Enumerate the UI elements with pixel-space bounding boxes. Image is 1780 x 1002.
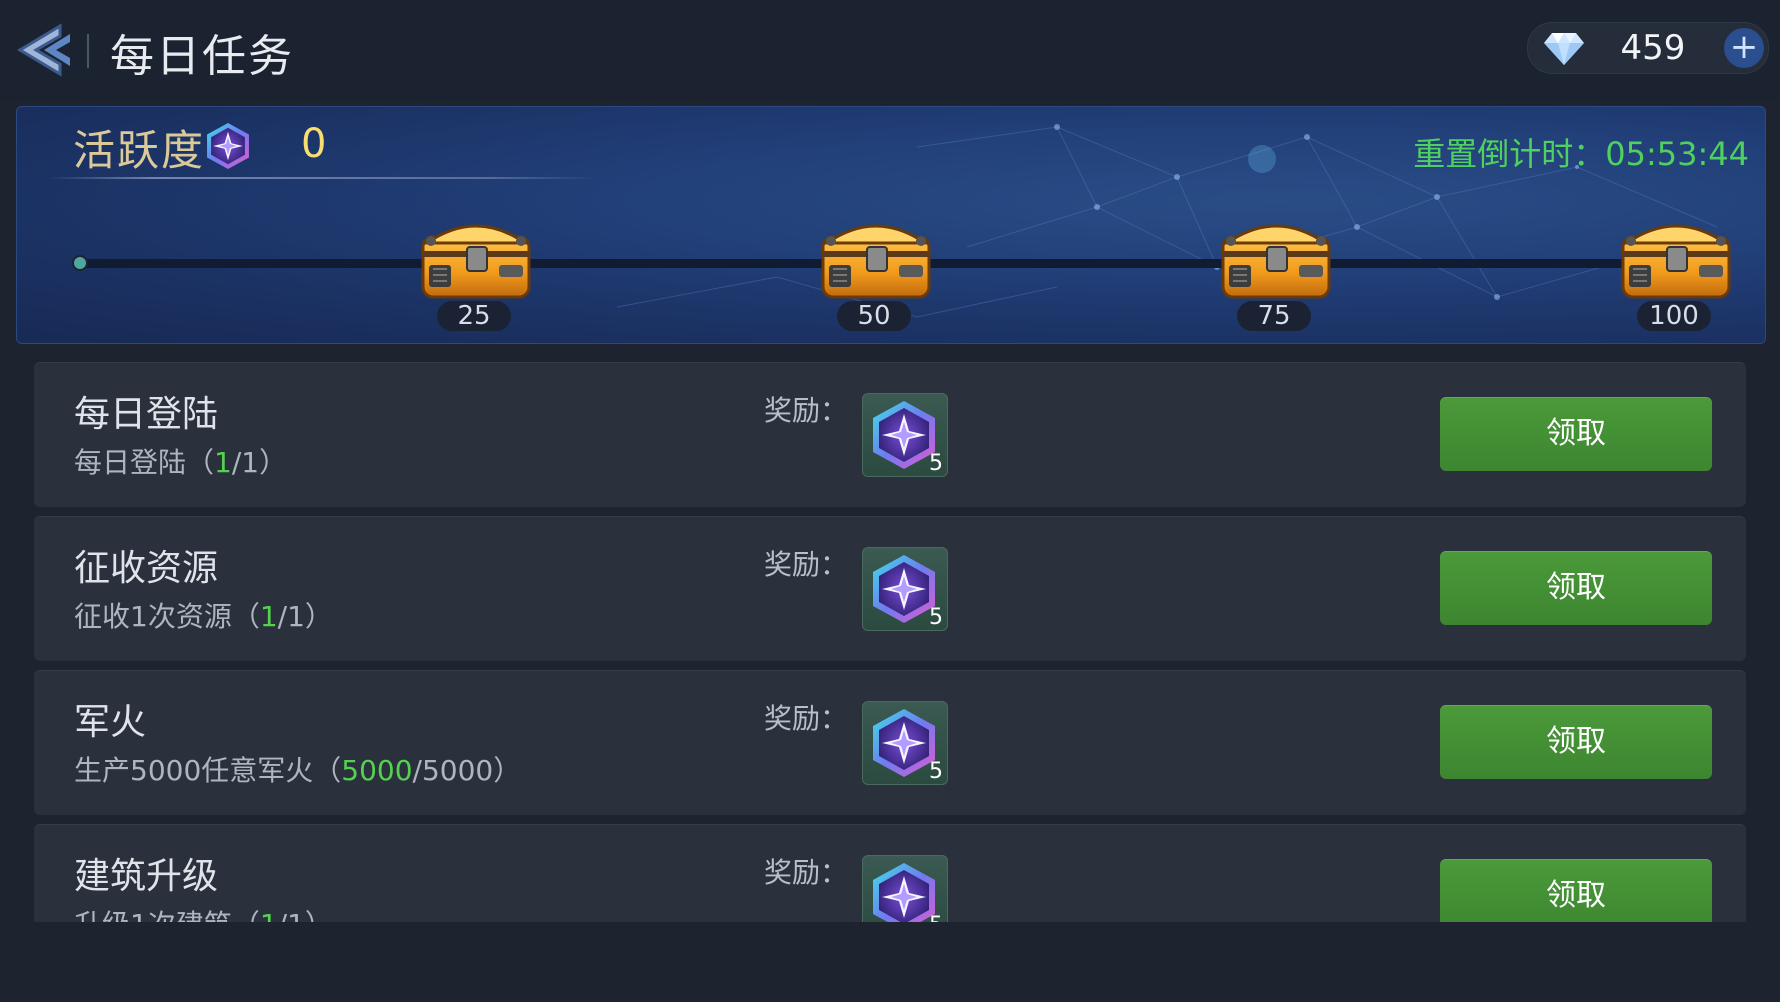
- treasure-chest-icon: [1621, 224, 1731, 299]
- treasure-chest-icon: [821, 224, 931, 299]
- diamond-icon: [1544, 33, 1584, 65]
- top-bar: 每日任务 459 +: [0, 0, 1780, 100]
- reward-item[interactable]: 5: [862, 547, 948, 631]
- milestone-label: 25: [437, 301, 511, 331]
- task-item-munitions: 军火 生产5000任意军火（5000/5000） 奖励： 5 领取: [34, 670, 1746, 815]
- task-progress-done: 5000: [341, 754, 413, 787]
- task-description: 生产5000任意军火（5000/5000）: [74, 754, 522, 787]
- activity-progress-marker: [72, 255, 88, 271]
- milestone-chest-100[interactable]: [1617, 213, 1735, 305]
- milestone-chest-75[interactable]: [1217, 213, 1335, 305]
- activity-value: 0: [301, 121, 327, 167]
- reward-item[interactable]: 5: [862, 701, 948, 785]
- reward-label: 奖励：: [764, 548, 849, 581]
- diamond-count: 459: [1620, 28, 1686, 68]
- task-description: 升级1次建筑（1/1）: [74, 903, 333, 922]
- reward-count: 5: [929, 759, 943, 784]
- task-name: 建筑升级: [74, 856, 219, 897]
- add-diamonds-button[interactable]: +: [1724, 28, 1764, 68]
- claim-button[interactable]: 领取: [1440, 859, 1712, 922]
- task-progress-done: 1: [259, 600, 278, 633]
- milestone-label: 100: [1637, 301, 1711, 331]
- claim-button[interactable]: 领取: [1440, 551, 1712, 625]
- page-title: 每日任务: [110, 31, 294, 82]
- task-item-collect-resources: 征收资源 征收1次资源（1/1） 奖励： 5 领取: [34, 516, 1746, 661]
- reward-item[interactable]: 5: [862, 393, 948, 477]
- task-progress-done: 1: [214, 446, 232, 479]
- activity-label: 活跃度: [73, 126, 206, 175]
- task-description: 征收1次资源（1/1）: [74, 600, 333, 633]
- diamond-balance: 459 +: [1527, 22, 1769, 74]
- title-divider: [87, 34, 89, 68]
- activity-panel: 活跃度 0 重置倒计时：05:53:44 25 50 75 100: [16, 106, 1766, 344]
- milestone-chest-25[interactable]: [417, 213, 535, 305]
- reset-countdown: 重置倒计时：05:53:44: [1413, 135, 1749, 173]
- reward-label: 奖励：: [764, 394, 849, 427]
- activity-star-icon: [207, 123, 249, 169]
- claim-button[interactable]: 领取: [1440, 397, 1712, 471]
- milestone-label: 50: [837, 301, 911, 331]
- task-list[interactable]: 每日登陆 每日登陆（1/1） 奖励： 5 领取 征收资源 征收1次资源（1/1）…: [16, 350, 1764, 922]
- reward-label: 奖励：: [764, 856, 849, 889]
- reward-count: 5: [929, 913, 943, 922]
- back-button[interactable]: [14, 20, 74, 80]
- treasure-chest-icon: [1221, 224, 1331, 299]
- task-name: 每日登陆: [74, 394, 219, 435]
- task-item-daily-login: 每日登陆 每日登陆（1/1） 奖励： 5 领取: [34, 362, 1746, 507]
- task-name: 军火: [74, 702, 147, 743]
- milestone-label: 75: [1237, 301, 1311, 331]
- task-item-building-upgrade: 建筑升级 升级1次建筑（1/1） 奖励： 5 领取: [34, 824, 1746, 922]
- reward-label: 奖励：: [764, 702, 849, 735]
- task-description: 每日登陆（1/1）: [74, 446, 288, 479]
- task-name: 征收资源: [74, 548, 219, 589]
- reward-count: 5: [929, 605, 943, 630]
- milestone-chest-50[interactable]: [817, 213, 935, 305]
- reward-count: 5: [929, 451, 943, 476]
- back-arrow-icon: [17, 23, 70, 77]
- task-progress-done: 1: [260, 908, 278, 922]
- reward-item[interactable]: 5: [862, 855, 948, 922]
- activity-underline: [47, 177, 597, 179]
- claim-button[interactable]: 领取: [1440, 705, 1712, 779]
- treasure-chest-icon: [421, 224, 531, 299]
